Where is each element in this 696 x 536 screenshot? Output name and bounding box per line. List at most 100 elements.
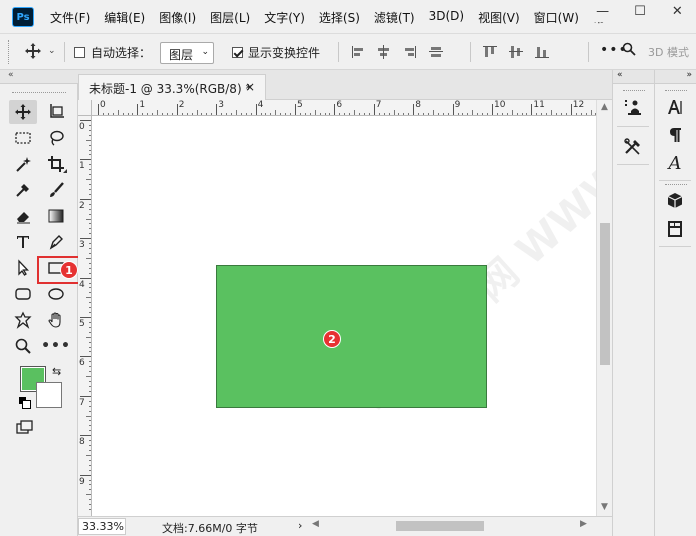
artboard-tool[interactable] [42, 100, 70, 124]
zoom-level-field[interactable]: 33.33% [78, 518, 126, 535]
layer-comps-panel-icon[interactable] [655, 216, 695, 242]
default-colors-icon[interactable] [19, 397, 31, 409]
magic-wand-tool[interactable] [9, 152, 37, 176]
expand-panels-icon[interactable]: » [686, 70, 692, 80]
brush-tool[interactable] [42, 178, 70, 202]
status-menu-arrow[interactable]: › [298, 519, 302, 532]
panel-grip[interactable] [665, 90, 687, 92]
edit-toolbar-button[interactable]: ••• [41, 334, 70, 358]
horizontal-scroll-thumb[interactable] [396, 521, 484, 531]
auto-select-target-dropdown[interactable]: 图层 ⌄ [160, 42, 214, 64]
rectangular-marquee-tool[interactable] [9, 126, 37, 150]
photoshop-logo-icon[interactable]: Ps [12, 7, 34, 27]
minimize-button[interactable]: — [584, 0, 621, 22]
auto-select-checkbox[interactable] [74, 47, 85, 58]
move-tool[interactable] [9, 100, 37, 124]
clone-source-panel-icon[interactable] [613, 94, 653, 120]
green-rectangle-shape[interactable] [216, 265, 487, 408]
scroll-down-icon[interactable]: ▼ [601, 502, 608, 512]
options-bar-grip[interactable] [8, 40, 10, 64]
gradient-tool[interactable] [42, 204, 70, 228]
auto-select-label: 自动选择： [91, 46, 152, 60]
panel-grip[interactable] [665, 184, 687, 186]
type-tool[interactable] [9, 230, 37, 254]
scroll-right-icon[interactable]: ▶ [580, 519, 587, 529]
horizontal-ruler[interactable]: 0 1 2 3 4 5 6 7 8 9 10 11 12 [92, 100, 596, 116]
ruler-tick [373, 104, 375, 115]
menu-window[interactable]: 窗口(W) [534, 9, 579, 26]
align-vertical-center-icon[interactable] [508, 44, 524, 60]
path-selection-tool[interactable] [9, 256, 37, 280]
background-color-swatch[interactable] [36, 382, 62, 408]
divider [64, 42, 65, 62]
panel-dock-1-header[interactable]: « [613, 70, 654, 84]
crop-tool[interactable] [42, 152, 70, 176]
align-bottom-icon[interactable] [534, 44, 550, 60]
distribute-vertical-icon[interactable] [428, 44, 444, 60]
menu-filter[interactable]: 滤镜(T) [374, 9, 415, 26]
align-horizontal-center-icon[interactable] [376, 44, 392, 60]
menu-edit[interactable]: 编辑(E) [104, 9, 145, 26]
toolbox-header[interactable]: « [0, 70, 78, 84]
eyedropper-tool[interactable] [9, 178, 37, 202]
menu-file[interactable]: 文件(F) [50, 9, 90, 26]
paragraph-panel-icon[interactable] [655, 122, 695, 148]
ruler-tick [98, 104, 99, 115]
toolbox-grip[interactable] [12, 92, 66, 94]
collapse-panel-icon[interactable]: « [617, 70, 623, 80]
align-top-icon[interactable] [482, 44, 498, 60]
scroll-left-icon[interactable]: ◀ [312, 519, 319, 529]
menu-image[interactable]: 图像(I) [159, 9, 196, 26]
chevron-down-icon[interactable]: ⌄ [48, 46, 56, 56]
ruler-origin[interactable] [78, 100, 92, 116]
horizontal-scrollbar[interactable]: ◀ ▶ [310, 519, 592, 533]
ruler-tick [176, 104, 178, 115]
menu-view[interactable]: 视图(V) [478, 9, 520, 26]
ruler-label: 8 [415, 100, 421, 110]
ruler-tick [80, 238, 91, 240]
3d-panel-icon[interactable] [655, 188, 695, 214]
swap-colors-icon[interactable]: ⇆ [52, 365, 61, 378]
lasso-tool[interactable] [42, 126, 70, 150]
status-bar: 33.33% 文档:7.66M/0 字节 › ◀ ▶ [78, 516, 612, 536]
character-panel-icon[interactable] [655, 94, 695, 120]
custom-shape-tool[interactable] [9, 308, 37, 332]
ruler-tick [216, 104, 218, 115]
eraser-tool[interactable] [9, 204, 37, 228]
search-icon[interactable] [622, 42, 636, 60]
pen-tool[interactable] [42, 230, 70, 254]
ruler-label: 1 [139, 100, 146, 110]
close-icon[interactable]: × [245, 80, 255, 94]
glyphs-panel-icon[interactable]: A [655, 150, 695, 176]
document-tab[interactable]: 未标题-1 @ 33.3%(RGB/8) * × [78, 74, 266, 100]
ellipse-tool[interactable] [42, 282, 70, 306]
maximize-button[interactable]: ☐ [621, 0, 658, 22]
hand-tool[interactable] [42, 308, 70, 332]
menu-3d[interactable]: 3D(D) [429, 9, 464, 26]
screen-mode-icon[interactable] [16, 420, 34, 436]
zoom-tool[interactable] [9, 334, 37, 358]
move-tool-preset-icon[interactable] [24, 42, 42, 64]
vertical-scroll-thumb[interactable] [600, 223, 610, 365]
tool-presets-panel-icon[interactable] [613, 134, 653, 160]
panel-grip[interactable] [623, 90, 645, 92]
align-right-icon[interactable] [402, 44, 418, 60]
close-button[interactable]: ✕ [659, 0, 696, 22]
show-transform-controls-label: 显示变换控件 [248, 46, 321, 60]
rounded-rectangle-tool[interactable] [9, 282, 37, 306]
document-tab-title: 未标题-1 @ 33.3%(RGB/8) * [89, 82, 252, 96]
rounded-rectangle-icon [15, 288, 31, 300]
canvas[interactable]: 我要自学网 WWW.51ZXW.NET [92, 116, 596, 516]
collapse-toolbox-icon[interactable]: « [8, 70, 14, 80]
show-transform-controls-checkbox[interactable] [232, 47, 243, 58]
menu-layer[interactable]: 图层(L) [210, 9, 250, 26]
align-left-icon[interactable] [350, 44, 366, 60]
scroll-up-icon[interactable]: ▲ [601, 102, 608, 112]
menu-type[interactable]: 文字(Y) [264, 9, 305, 26]
vertical-ruler[interactable]: 0 1 2 3 4 5 6 7 8 9 [78, 116, 92, 516]
ruler-label: 0 [79, 122, 85, 132]
panel-dock-2-header[interactable]: » [655, 70, 696, 84]
vertical-scrollbar[interactable]: ▲ ▼ [596, 100, 612, 516]
menu-select[interactable]: 选择(S) [319, 9, 360, 26]
3d-mode-label[interactable]: 3D 模式 [648, 44, 689, 60]
